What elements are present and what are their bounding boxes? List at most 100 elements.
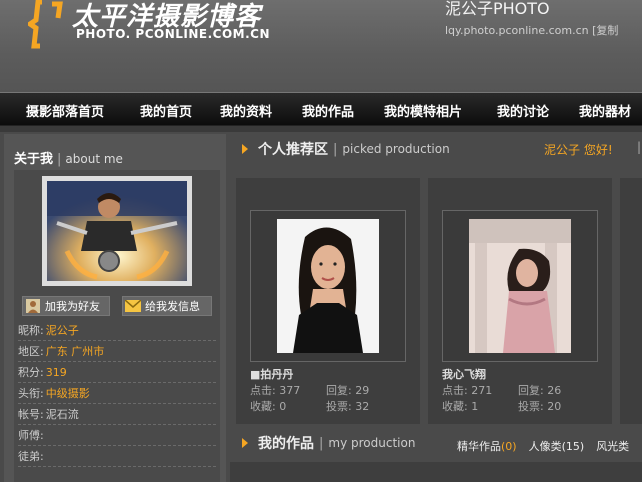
card-stat-votes: 投票: 32 bbox=[326, 398, 369, 414]
production-title: 我的作品 bbox=[258, 436, 314, 452]
stat-label: 回复: bbox=[518, 384, 544, 397]
about-box: 加我为好友 给我发信息 昵称: 泥公子 地区: 广东 广州市 积分: 319 头… bbox=[14, 170, 220, 482]
site-header: 太平洋摄影博客 PHOTO. PCONLINE.COM.CN 泥公子PHOTO … bbox=[0, 0, 642, 92]
card-title[interactable]: ■拍丹丹 bbox=[250, 366, 293, 382]
stat-value: 29 bbox=[355, 384, 370, 397]
info-row-rank: 头衔: 中级摄影 bbox=[18, 383, 216, 404]
info-row-apprentice: 徒弟: bbox=[18, 446, 216, 467]
stat-label: 点击: bbox=[442, 384, 468, 397]
greeting-sep: | bbox=[637, 140, 642, 154]
production-content bbox=[230, 462, 642, 482]
card-stat-favs: 收藏: 1 bbox=[442, 398, 478, 414]
stat-value: 0 bbox=[279, 400, 287, 413]
info-value-account: 泥石流 bbox=[45, 408, 79, 421]
logo-domain[interactable]: PHOTO. PCONLINE.COM.CN bbox=[76, 27, 270, 41]
picked-title: 个人推荐区 bbox=[258, 142, 328, 158]
nav-item-tribe-home[interactable]: 摄影部落首页 bbox=[26, 101, 104, 120]
add-friend-button[interactable]: 加我为好友 bbox=[22, 296, 110, 316]
info-row-region: 地区: 广东 广州市 bbox=[18, 341, 216, 362]
picked-card-2[interactable]: 我心飞翔 点击: 271 回复: 26 收藏: 1 投票: 20 bbox=[428, 178, 612, 424]
production-title-en: my production bbox=[328, 436, 416, 450]
picked-title-en: picked production bbox=[342, 142, 450, 156]
about-title-cn: 关于我 bbox=[14, 152, 54, 167]
stat-label: 收藏: bbox=[442, 400, 468, 413]
stat-value: 20 bbox=[547, 400, 562, 413]
main-nav: 摄影部落首页 我的首页 我的资料 我的作品 我的模特相片 我的讨论 我的器材 bbox=[0, 92, 642, 126]
avatar-image bbox=[47, 181, 187, 281]
stat-value: 26 bbox=[547, 384, 562, 397]
info-key: 帐号: bbox=[18, 408, 44, 421]
blog-url[interactable]: lqy.photo.pconline.com.cn [复制 bbox=[445, 22, 618, 38]
user-greeting[interactable]: 泥公子 您好! bbox=[544, 141, 613, 158]
production-title-sep: | bbox=[319, 435, 324, 451]
picked-card-3-partial[interactable] bbox=[620, 178, 642, 424]
production-tabs: 精华作品(0) 人像类(15) 风光类 bbox=[457, 438, 629, 454]
stat-value: 32 bbox=[355, 400, 370, 413]
photo-thumbnail[interactable] bbox=[277, 219, 379, 353]
card-stat-favs: 收藏: 0 bbox=[250, 398, 286, 414]
nav-item-my-home[interactable]: 我的首页 bbox=[140, 101, 192, 120]
stat-value: 377 bbox=[279, 384, 301, 397]
nav-item-my-equipment[interactable]: 我的器材 bbox=[579, 101, 631, 120]
nav-divider bbox=[0, 126, 642, 132]
photo-thumbnail[interactable] bbox=[469, 219, 571, 353]
avatar[interactable] bbox=[42, 176, 192, 286]
user-icon bbox=[25, 299, 41, 313]
stat-label: 回复: bbox=[326, 384, 352, 397]
tab-label: 精华作品 bbox=[457, 440, 501, 453]
about-title-sep: | bbox=[57, 152, 62, 167]
card-stat-clicks: 点击: 377 bbox=[250, 382, 300, 398]
tab-count: (0) bbox=[501, 440, 517, 453]
stat-label: 收藏: bbox=[250, 400, 276, 413]
nav-item-my-works[interactable]: 我的作品 bbox=[302, 101, 354, 120]
info-row-account: 帐号: 泥石流 bbox=[18, 404, 216, 425]
add-friend-label: 加我为好友 bbox=[45, 300, 100, 313]
blog-title: 泥公子PHOTO bbox=[445, 0, 550, 18]
card-stat-votes: 投票: 20 bbox=[518, 398, 561, 414]
photo-frame bbox=[442, 210, 598, 362]
tab-count: (15) bbox=[561, 440, 585, 453]
logo-bracket-icon bbox=[28, 0, 63, 49]
arrow-right-icon bbox=[242, 438, 248, 448]
nav-item-my-discussions[interactable]: 我的讨论 bbox=[497, 101, 549, 120]
info-key: 徒弟: bbox=[18, 450, 44, 463]
nav-item-my-model-photos[interactable]: 我的模特相片 bbox=[384, 101, 462, 120]
stat-label: 投票: bbox=[518, 400, 544, 413]
tab-label: 风光类 bbox=[596, 440, 630, 453]
info-row-nickname: 昵称: 泥公子 bbox=[18, 320, 216, 341]
info-key: 头衔: bbox=[18, 387, 44, 400]
info-key: 昵称: bbox=[18, 324, 44, 337]
picked-card-1[interactable]: ■拍丹丹 点击: 377 回复: 29 收藏: 0 投票: 32 bbox=[236, 178, 420, 424]
info-value-nickname[interactable]: 泥公子 bbox=[46, 322, 79, 338]
envelope-icon bbox=[125, 299, 141, 313]
card-stat-replies: 回复: 29 bbox=[326, 382, 369, 398]
info-key: 地区: bbox=[18, 345, 44, 358]
send-message-button[interactable]: 给我发信息 bbox=[122, 296, 212, 316]
tab-label: 人像类 bbox=[528, 440, 562, 453]
tab-featured[interactable]: 精华作品(0) bbox=[457, 438, 517, 454]
stat-value: 1 bbox=[471, 400, 479, 413]
stat-label: 点击: bbox=[250, 384, 276, 397]
about-title-en: about me bbox=[65, 152, 123, 166]
arrow-right-icon bbox=[242, 144, 248, 154]
info-row-points: 积分: 319 bbox=[18, 362, 216, 383]
profile-info: 昵称: 泥公子 地区: 广东 广州市 积分: 319 头衔: 中级摄影 帐号: … bbox=[18, 320, 216, 467]
info-value-region[interactable]: 广东 广州市 bbox=[46, 343, 105, 359]
card-title[interactable]: 我心飞翔 bbox=[442, 366, 486, 382]
nav-item-my-profile[interactable]: 我的资料 bbox=[220, 101, 272, 120]
about-title: 关于我 | about me bbox=[14, 148, 123, 167]
stat-value: 271 bbox=[471, 384, 493, 397]
info-key: 积分: bbox=[18, 366, 44, 379]
info-key: 师傅: bbox=[18, 429, 44, 442]
stat-label: 投票: bbox=[326, 400, 352, 413]
tab-portrait[interactable]: 人像类(15) bbox=[529, 438, 585, 454]
tab-landscape[interactable]: 风光类 bbox=[596, 438, 629, 454]
photo-frame bbox=[250, 210, 406, 362]
info-value-rank: 中级摄影 bbox=[45, 387, 90, 400]
info-row-master: 师傅: bbox=[18, 425, 216, 446]
card-stat-clicks: 点击: 271 bbox=[442, 382, 492, 398]
main-content: 个人推荐区 | picked production 泥公子 您好! | ■拍丹丹… bbox=[230, 134, 642, 482]
info-value-points: 319 bbox=[45, 365, 67, 379]
card-stat-replies: 回复: 26 bbox=[518, 382, 561, 398]
about-panel: 关于我 | about me 加我为好友 给我发信息 昵称: 泥公子 地区: 广… bbox=[4, 134, 226, 482]
